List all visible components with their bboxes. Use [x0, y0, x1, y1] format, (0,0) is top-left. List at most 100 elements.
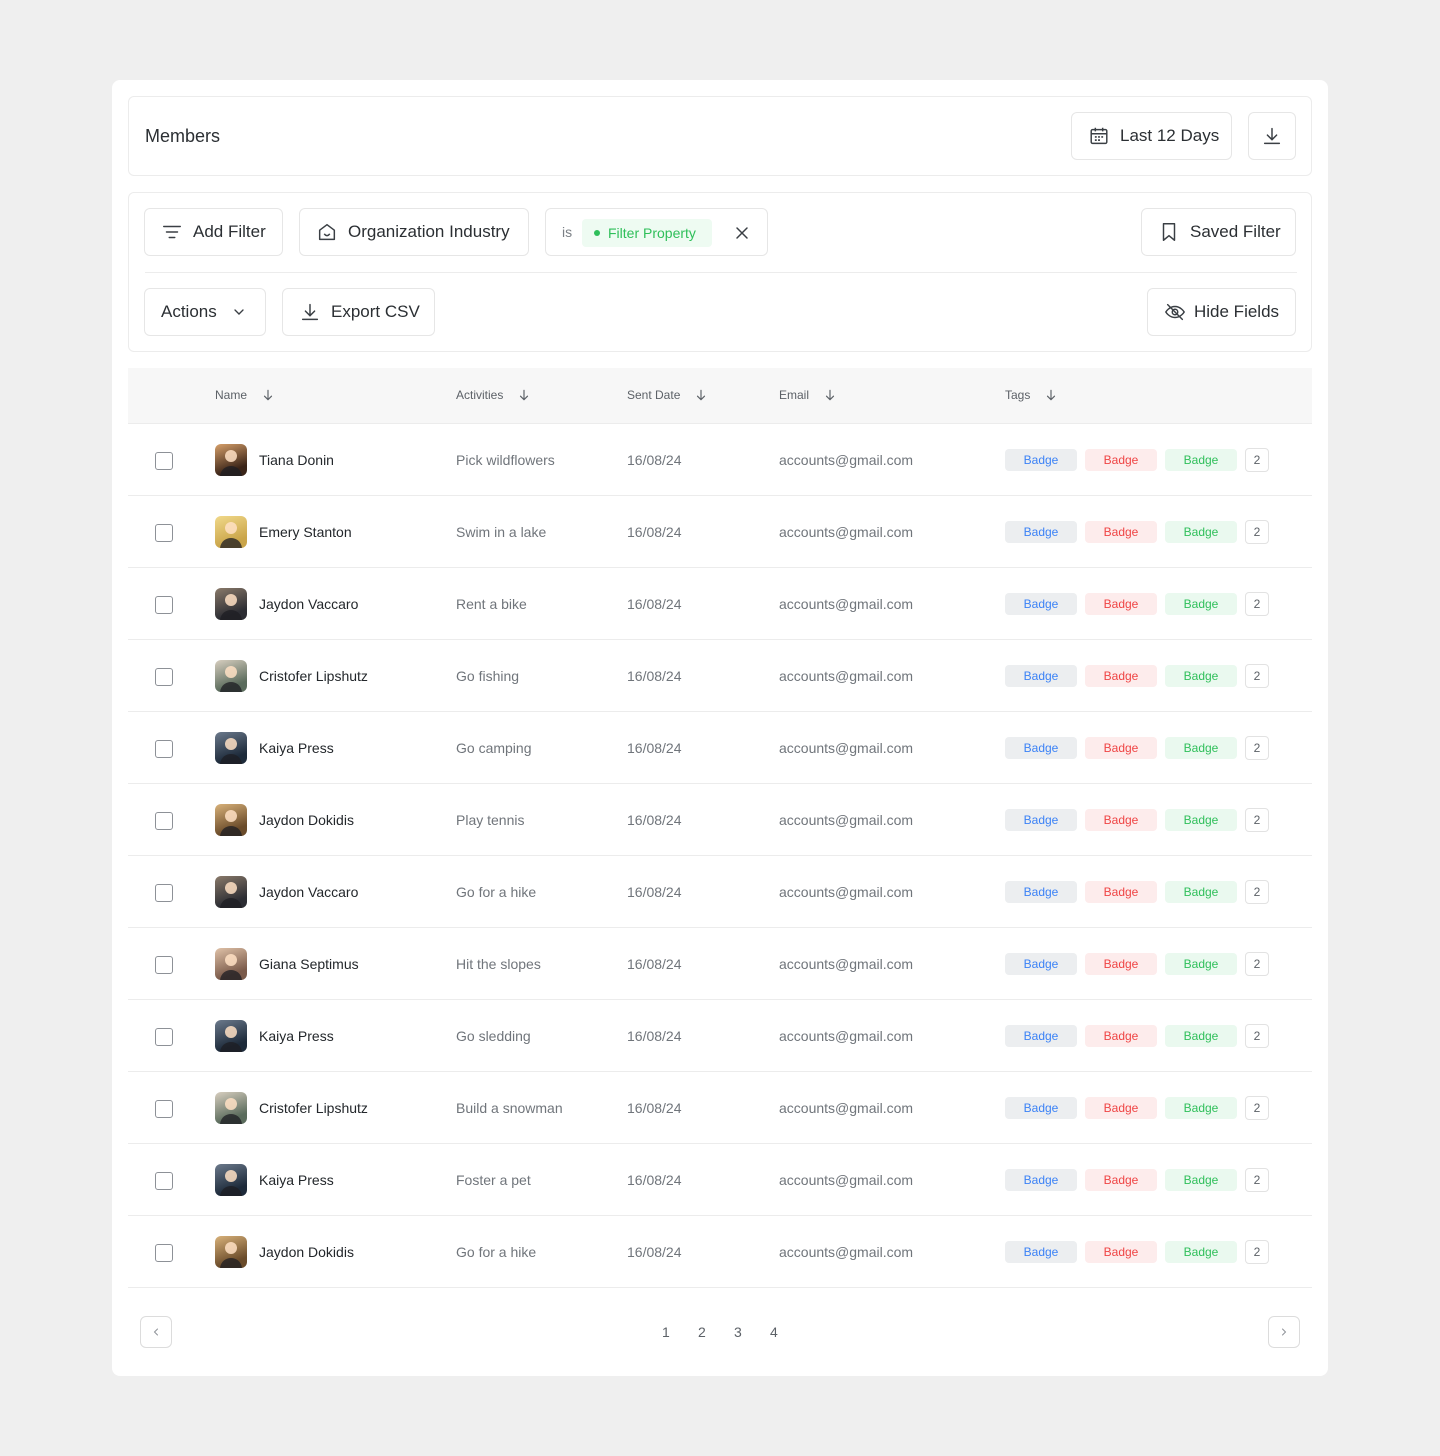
tag-count-badge[interactable]: 2: [1245, 1240, 1269, 1264]
next-page-button[interactable]: [1268, 1316, 1300, 1348]
tag-badge-green[interactable]: Badge: [1165, 953, 1237, 975]
table-row[interactable]: Cristofer Lipshutz Build a snowman 16/08…: [128, 1072, 1312, 1144]
row-checkbox[interactable]: [155, 1100, 173, 1118]
tag-badge-green[interactable]: Badge: [1165, 1241, 1237, 1263]
tag-badge-green[interactable]: Badge: [1165, 521, 1237, 543]
tag-count-badge[interactable]: 2: [1245, 592, 1269, 616]
hide-fields-button[interactable]: Hide Fields: [1147, 288, 1296, 336]
row-checkbox[interactable]: [155, 740, 173, 758]
tag-badge-red[interactable]: Badge: [1085, 449, 1157, 471]
sent-date: 16/08/24: [627, 812, 682, 828]
page-number-4[interactable]: 4: [770, 1324, 778, 1340]
actions-label: Actions: [161, 302, 217, 321]
actions-dropdown[interactable]: Actions: [144, 288, 266, 336]
close-icon[interactable]: [732, 223, 752, 243]
add-filter-button[interactable]: Add Filter: [144, 208, 283, 256]
table-row[interactable]: Jaydon Vaccaro Rent a bike 16/08/24 acco…: [128, 568, 1312, 640]
avatar: [215, 588, 247, 620]
date-range-button[interactable]: Last 12 Days: [1071, 112, 1232, 160]
tag-badge-blue[interactable]: Badge: [1005, 737, 1077, 759]
row-checkbox[interactable]: [155, 668, 173, 686]
tag-badge-green[interactable]: Badge: [1165, 737, 1237, 759]
row-checkbox[interactable]: [155, 1244, 173, 1262]
tag-count-badge[interactable]: 2: [1245, 1024, 1269, 1048]
tag-badge-blue[interactable]: Badge: [1005, 665, 1077, 687]
tag-badge-red[interactable]: Badge: [1085, 953, 1157, 975]
tag-badge-green[interactable]: Badge: [1165, 809, 1237, 831]
tag-badge-red[interactable]: Badge: [1085, 1025, 1157, 1047]
tag-count-badge[interactable]: 2: [1245, 1168, 1269, 1192]
download-button[interactable]: [1248, 112, 1296, 160]
tag-count-badge[interactable]: 2: [1245, 808, 1269, 832]
tag-badge-red[interactable]: Badge: [1085, 1097, 1157, 1119]
column-header-activities[interactable]: Activities: [456, 388, 531, 402]
row-checkbox[interactable]: [155, 884, 173, 902]
previous-page-button[interactable]: [140, 1316, 172, 1348]
row-checkbox[interactable]: [155, 956, 173, 974]
table-row[interactable]: Tiana Donin Pick wildflowers 16/08/24 ac…: [128, 424, 1312, 496]
table-row[interactable]: Emery Stanton Swim in a lake 16/08/24 ac…: [128, 496, 1312, 568]
table-row[interactable]: Jaydon Vaccaro Go for a hike 16/08/24 ac…: [128, 856, 1312, 928]
tag-badge-blue[interactable]: Badge: [1005, 1097, 1077, 1119]
column-header-sent-date[interactable]: Sent Date: [627, 388, 708, 402]
column-header-tags[interactable]: Tags: [1005, 388, 1058, 402]
tag-count-badge[interactable]: 2: [1245, 736, 1269, 760]
export-csv-button[interactable]: Export CSV: [282, 288, 435, 336]
tag-badge-red[interactable]: Badge: [1085, 881, 1157, 903]
table-row[interactable]: Jaydon Dokidis Play tennis 16/08/24 acco…: [128, 784, 1312, 856]
table-row[interactable]: Giana Septimus Hit the slopes 16/08/24 a…: [128, 928, 1312, 1000]
row-checkbox[interactable]: [155, 452, 173, 470]
tag-badge-red[interactable]: Badge: [1085, 1169, 1157, 1191]
tag-badge-green[interactable]: Badge: [1165, 593, 1237, 615]
tag-count-badge[interactable]: 2: [1245, 520, 1269, 544]
table-row[interactable]: Cristofer Lipshutz Go fishing 16/08/24 a…: [128, 640, 1312, 712]
tag-count-badge[interactable]: 2: [1245, 1096, 1269, 1120]
tag-badge-green[interactable]: Badge: [1165, 1025, 1237, 1047]
page-number-2[interactable]: 2: [698, 1324, 706, 1340]
table-row[interactable]: Jaydon Dokidis Go for a hike 16/08/24 ac…: [128, 1216, 1312, 1288]
tag-badge-blue[interactable]: Badge: [1005, 593, 1077, 615]
tag-badge-blue[interactable]: Badge: [1005, 1025, 1077, 1047]
tag-count-badge[interactable]: 2: [1245, 664, 1269, 688]
tag-badge-blue[interactable]: Badge: [1005, 809, 1077, 831]
tag-count-badge[interactable]: 2: [1245, 952, 1269, 976]
page-number-1[interactable]: 1: [662, 1324, 670, 1340]
tag-badge-red[interactable]: Badge: [1085, 1241, 1157, 1263]
tag-badge-green[interactable]: Badge: [1165, 665, 1237, 687]
column-header-name[interactable]: Name: [215, 388, 275, 402]
tag-badge-blue[interactable]: Badge: [1005, 953, 1077, 975]
table-row[interactable]: Kaiya Press Go camping 16/08/24 accounts…: [128, 712, 1312, 784]
tag-badge-red[interactable]: Badge: [1085, 593, 1157, 615]
column-header-email[interactable]: Email: [779, 388, 837, 402]
row-checkbox[interactable]: [155, 1028, 173, 1046]
tag-badge-green[interactable]: Badge: [1165, 1169, 1237, 1191]
tag-badge-red[interactable]: Badge: [1085, 521, 1157, 543]
row-checkbox[interactable]: [155, 524, 173, 542]
tag-count-badge[interactable]: 2: [1245, 880, 1269, 904]
tag-badge-blue[interactable]: Badge: [1005, 1169, 1077, 1191]
table-row[interactable]: Kaiya Press Go sledding 16/08/24 account…: [128, 1000, 1312, 1072]
members-card: Members Last 12 Days Add Filter Organiza…: [112, 80, 1328, 1376]
tag-badge-green[interactable]: Badge: [1165, 449, 1237, 471]
saved-filter-button[interactable]: Saved Filter: [1141, 208, 1296, 256]
tag-badge-green[interactable]: Badge: [1165, 1097, 1237, 1119]
tag-badge-blue[interactable]: Badge: [1005, 449, 1077, 471]
tag-badge-green[interactable]: Badge: [1165, 881, 1237, 903]
row-checkbox[interactable]: [155, 596, 173, 614]
tag-badge-blue[interactable]: Badge: [1005, 1241, 1077, 1263]
filter-property-pill[interactable]: Filter Property: [582, 219, 712, 247]
row-checkbox[interactable]: [155, 1172, 173, 1190]
tag-count-badge[interactable]: 2: [1245, 448, 1269, 472]
table-row[interactable]: Kaiya Press Foster a pet 16/08/24 accoun…: [128, 1144, 1312, 1216]
tag-badge-red[interactable]: Badge: [1085, 665, 1157, 687]
organization-industry-button[interactable]: Organization Industry: [299, 208, 529, 256]
page-number-3[interactable]: 3: [734, 1324, 742, 1340]
filter-condition-chip[interactable]: is Filter Property: [545, 208, 768, 256]
row-checkbox[interactable]: [155, 812, 173, 830]
date-range-label: Last 12 Days: [1120, 126, 1220, 145]
tag-badge-blue[interactable]: Badge: [1005, 881, 1077, 903]
tag-badge-red[interactable]: Badge: [1085, 737, 1157, 759]
tag-badge-red[interactable]: Badge: [1085, 809, 1157, 831]
tag-badge-blue[interactable]: Badge: [1005, 521, 1077, 543]
activity-text: Play tennis: [456, 812, 525, 828]
